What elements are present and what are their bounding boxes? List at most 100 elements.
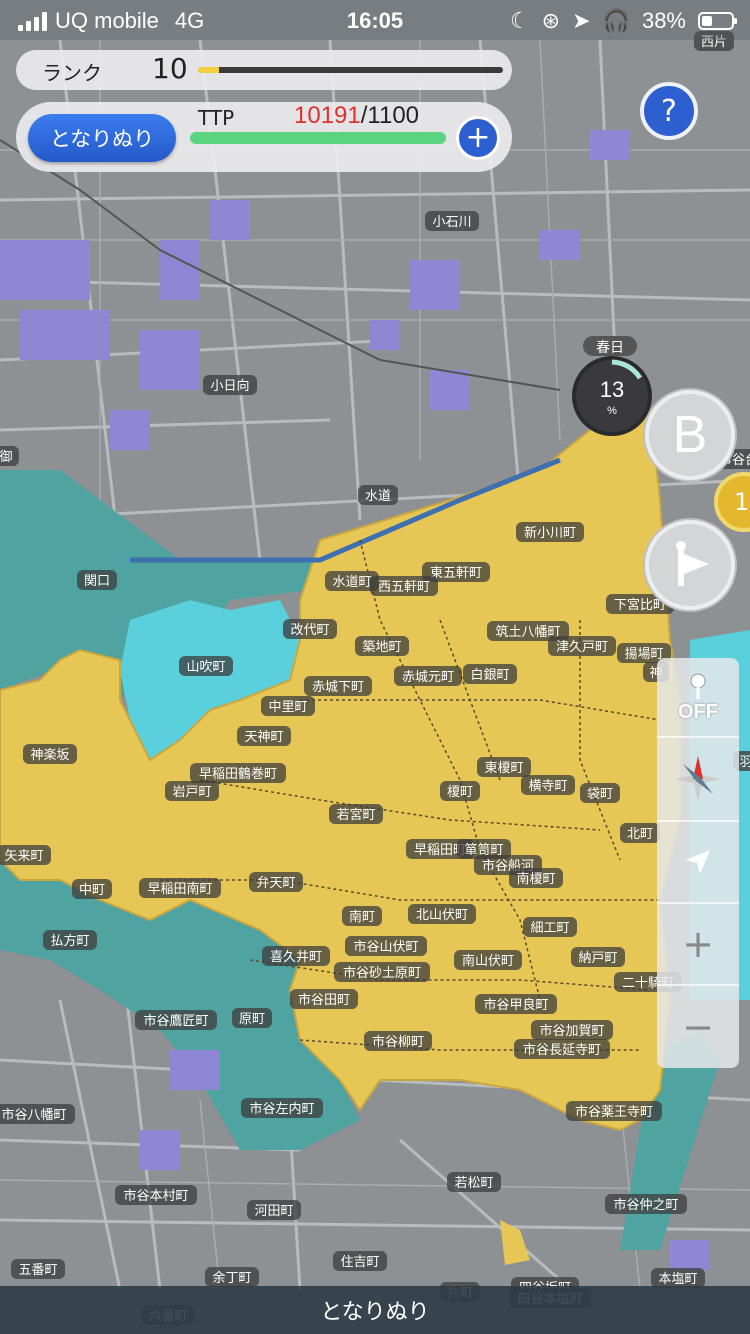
town-label-text: 早稲田鶴巻町 (199, 766, 277, 782)
bottom-mode-bar[interactable]: となりぬり (0, 1286, 750, 1334)
town-label-text: 東五軒町 (430, 565, 482, 581)
town-label-text: 喜久井町 (270, 950, 322, 965)
town-label-text: 市谷田町 (298, 992, 350, 1008)
town-label: 河田町 (247, 1200, 301, 1220)
tonari-nuri-button[interactable]: となりぬり (28, 114, 176, 162)
town-label-text: 羽 (739, 755, 750, 770)
town-label-text: 新小川町 (524, 525, 576, 541)
town-label: 小石川 (425, 211, 479, 231)
zoom-in-icon: + (682, 922, 714, 966)
town-label: 中町 (72, 879, 112, 899)
town-label-text: 市谷本村町 (123, 1188, 188, 1204)
town-label: 白銀町 (463, 664, 517, 684)
town-label: 中里町 (261, 696, 315, 716)
map-control-panel: OFF + − (657, 658, 739, 1068)
navigation-arrow-icon (686, 850, 710, 874)
current-location-button[interactable] (657, 822, 739, 904)
town-label-text: 関口 (84, 574, 110, 589)
town-label-text: 河田町 (254, 1204, 293, 1219)
town-label-text: 若松町 (454, 1175, 493, 1191)
town-label: 津久戸町 (548, 636, 616, 656)
town-label-text: 東榎町 (484, 760, 523, 776)
town-label: 改代町 (283, 619, 337, 639)
town-label: 住吉町 (333, 1251, 387, 1271)
town-label-text: 小日向 (210, 378, 249, 394)
town-label-text: 南山伏町 (462, 953, 514, 969)
town-label: 赤城下町 (304, 676, 372, 696)
town-label: 新小川町 (516, 522, 584, 542)
town-label-text: 北山伏町 (416, 908, 468, 923)
town-label-text: 横寺町 (528, 779, 567, 794)
town-label: 原町 (232, 1008, 272, 1028)
town-label: 市谷薬王寺町 (566, 1101, 662, 1121)
ttp-max: /1100 (360, 102, 420, 129)
town-label: 袋町 (580, 783, 620, 803)
town-label-text: 矢来町 (4, 849, 43, 864)
town-label: 赤城元町 (394, 666, 462, 686)
town-label-text: 早稲田南町 (147, 881, 212, 897)
town-label: 早稲田鶴巻町 (190, 763, 286, 783)
zoom-out-icon: − (682, 1005, 714, 1049)
town-label: 余丁町 (205, 1267, 259, 1287)
add-ttp-button[interactable]: + (456, 116, 500, 160)
rotation-lock-icon: ⊛ (541, 8, 561, 33)
b-button[interactable]: B (645, 390, 735, 480)
zoom-in-button[interactable]: + (657, 904, 739, 986)
town-label: 細工町 (523, 917, 577, 937)
town-label: 若宮町 (329, 804, 383, 824)
town-label-text: 赤城元町 (402, 670, 454, 685)
pin-icon (690, 673, 706, 699)
ttp-label: TTP (198, 106, 235, 130)
town-label-text: 御 (0, 450, 13, 465)
town-label: 市谷八幡町 (0, 1104, 75, 1124)
town-label-text: 市谷甲良町 (483, 997, 548, 1013)
town-label: 市谷本村町 (115, 1185, 197, 1205)
town-label: 東榎町 (477, 757, 531, 777)
help-button[interactable]: ? (640, 82, 698, 140)
rank-panel: ランク 10 (16, 50, 512, 90)
town-label-text: 水道町 (332, 575, 371, 590)
town-label-text: 納戸町 (578, 951, 617, 966)
town-label-text: 天神町 (244, 730, 283, 745)
town-label: 五番町 (11, 1259, 65, 1279)
town-label-text: 榎町 (447, 785, 473, 800)
town-label: 市谷加賀町 (531, 1020, 613, 1040)
ttp-progress-bar (190, 132, 446, 144)
town-label: 関口 (77, 570, 117, 590)
town-label-text: 南町 (349, 909, 375, 925)
town-label: 北町 (620, 823, 660, 843)
town-label: 早稲田南町 (139, 878, 221, 898)
ttp-counter: 10191/1100 (294, 102, 419, 130)
town-label-text: 市谷柳町 (372, 1034, 424, 1050)
town-label: 市谷左内町 (241, 1098, 323, 1118)
rank-progress-bar (198, 67, 503, 73)
zoom-out-button[interactable]: − (657, 986, 739, 1068)
town-label-text: 市谷加賀町 (539, 1023, 604, 1039)
station-label: 春日 (596, 340, 624, 356)
flag-button[interactable] (645, 520, 735, 610)
town-label: 西五軒町 (370, 576, 438, 596)
rank-label: ランク (42, 61, 102, 85)
map-canvas[interactable]: 西片小石川小日向水道新小川町関口 水道町東五軒町西五軒町改代町下宮比町築地町筑土八… (0, 0, 750, 1334)
town-label-text: 中町 (79, 883, 105, 898)
town-label-text: 原町 (239, 1012, 265, 1027)
rank-value: 10 (152, 52, 188, 85)
town-label: 築地町 (355, 636, 409, 656)
town-label-text: 市谷八幡町 (1, 1107, 66, 1123)
town-label: 若松町 (447, 1172, 501, 1192)
town-label: 横寺町 (521, 775, 575, 795)
compass-button[interactable] (657, 738, 739, 822)
town-label-text: 本塩町 (658, 1272, 697, 1287)
pin-off-toggle[interactable]: OFF (657, 658, 739, 738)
ttp-current: 10191 (294, 102, 361, 129)
town-label: 南町 (342, 906, 382, 926)
town-label-text: 弁天町 (256, 876, 295, 891)
town-label: 市谷柳町 (364, 1031, 432, 1051)
town-label-text: 市谷山伏町 (353, 939, 418, 955)
town-label-text: 築地町 (362, 640, 401, 655)
town-label-text: 住吉町 (340, 1255, 379, 1270)
town-label: 納戸町 (571, 947, 625, 967)
town-label-text: 市谷仲之町 (613, 1197, 678, 1213)
headphones-icon: 🎧 (602, 8, 630, 33)
town-label-text: 市谷薬王寺町 (575, 1104, 653, 1120)
